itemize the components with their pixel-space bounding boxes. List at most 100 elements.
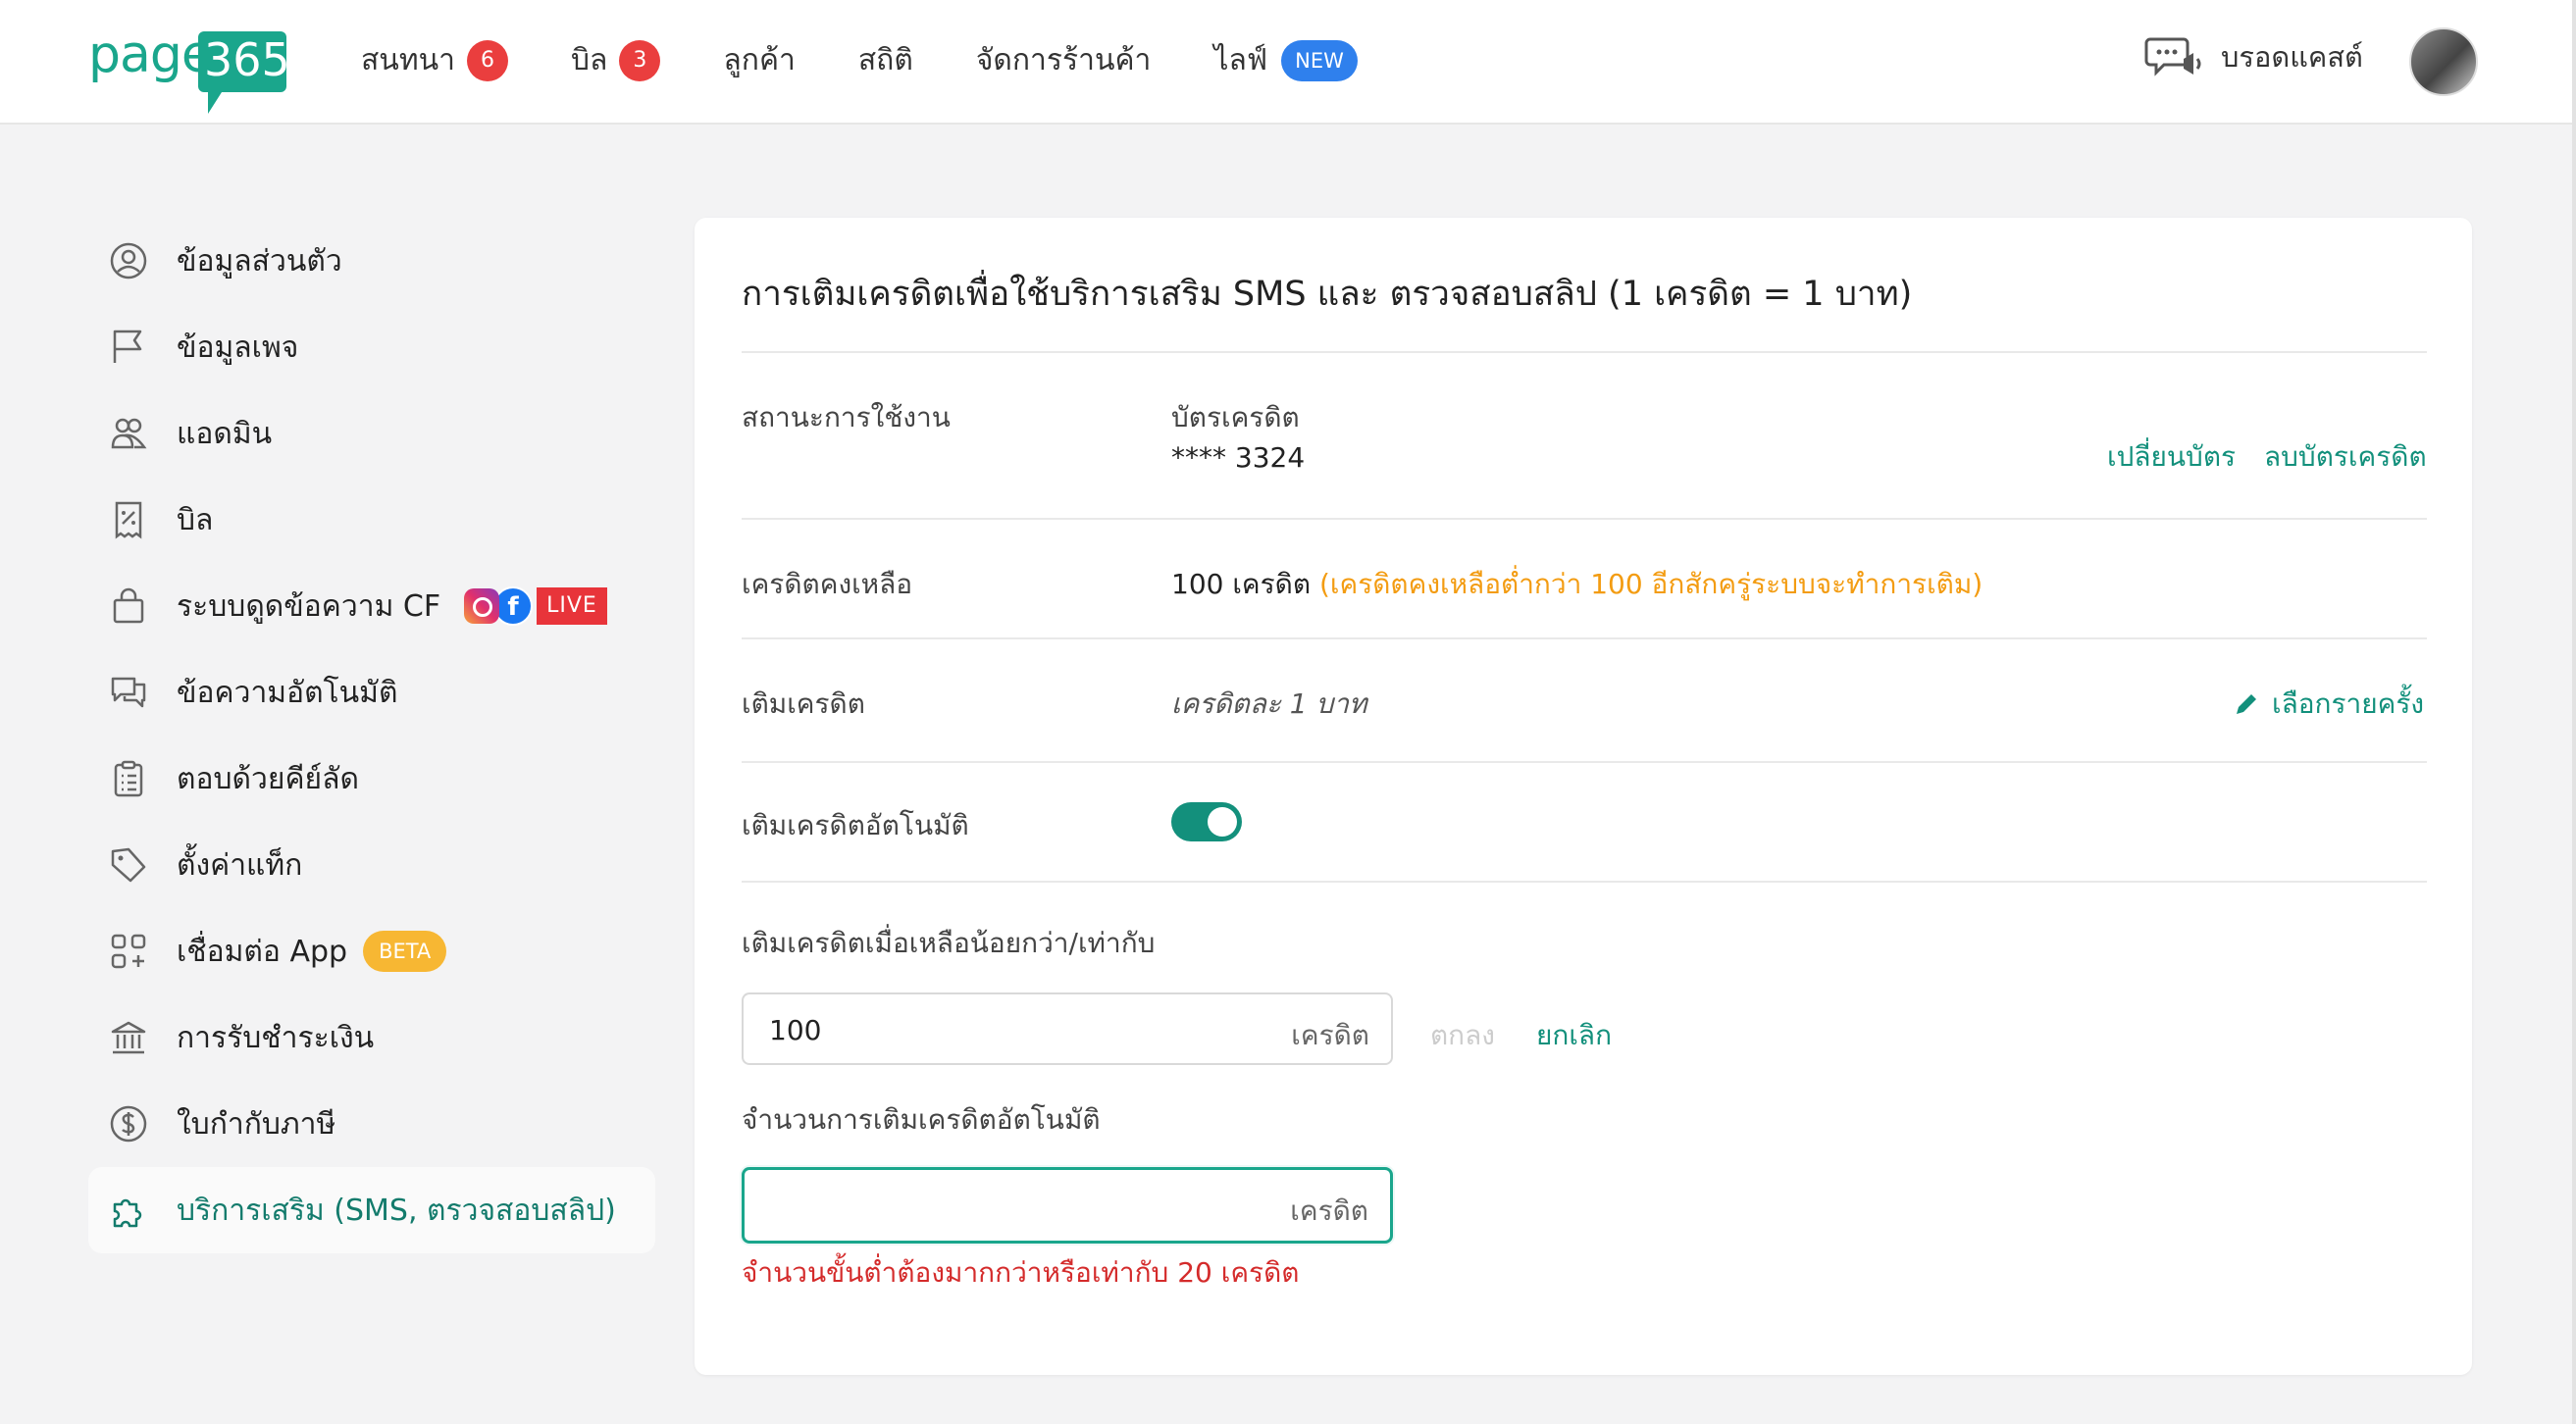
nav-live[interactable]: ไลฟ์ NEW	[1213, 37, 1358, 83]
nav-bill[interactable]: บิล 3	[570, 37, 661, 83]
scrollbar[interactable]	[2572, 0, 2576, 1424]
sidebar-item-label: ข้อมูลส่วนตัว	[177, 243, 342, 279]
users-icon	[108, 413, 149, 454]
sidebar-item-label: ตั้งค่าแท็ก	[177, 847, 303, 883]
sidebar-item-addon-services[interactable]: บริการเสริม (SMS, ตรวจสอบสลิป)	[88, 1167, 655, 1253]
puzzle-icon	[108, 1190, 149, 1231]
sidebar-item-tax-invoice[interactable]: ใบกำกับภาษี	[88, 1081, 655, 1167]
credit-card-number: **** 3324	[1171, 441, 1306, 474]
nav-stats-label: สถิติ	[857, 43, 913, 77]
choose-per-time-button[interactable]: เลือกรายครั้ง	[2233, 683, 2424, 726]
flag-icon	[108, 327, 149, 368]
auto-topup-label: เติมเครดิตอัตโนมัติ	[742, 809, 969, 841]
receipt-icon	[108, 499, 149, 540]
sidebar-item-label: การรับชำระเงิน	[177, 1020, 375, 1055]
sidebar-item-auto-message[interactable]: ข้อความอัตโนมัติ	[88, 649, 655, 736]
credit-card-title: บัตรเครดิต	[1171, 401, 1300, 433]
balance-row: 100 เครดิต (เครดิตคงเหลือต่ำกว่า 100 อีก…	[1171, 563, 1983, 606]
pencil-icon	[2237, 694, 2256, 714]
delete-card-link[interactable]: ลบบัตรเครดิต	[2264, 435, 2427, 479]
nav-customers[interactable]: ลูกค้า	[723, 37, 795, 83]
sidebar-item-tags[interactable]: ตั้งค่าแท็ก	[88, 822, 655, 908]
clipboard-list-icon	[108, 758, 149, 799]
sidebar-item-page-info[interactable]: ข้อมูลเพจ	[88, 304, 655, 390]
beta-badge: BETA	[363, 931, 447, 972]
sidebar-item-admin[interactable]: แอดมิน	[88, 390, 655, 477]
instagram-icon	[464, 588, 500, 624]
new-badge: NEW	[1281, 39, 1358, 81]
threshold-suffix: เครดิต	[1291, 1019, 1369, 1051]
sidebar-item-label: ตอบด้วยคีย์ลัด	[177, 761, 359, 796]
tag-icon	[108, 844, 149, 886]
facebook-icon: f	[493, 586, 534, 626]
settings-sidebar: ข้อมูลส่วนตัว ข้อมูลเพจ แอดมิน บิล ระบบด…	[88, 218, 655, 1253]
logo-text: page	[88, 25, 213, 84]
threshold-value: 100	[769, 1014, 822, 1046]
auto-amount-input[interactable]: เครดิต	[742, 1167, 1393, 1244]
broadcast-button[interactable]: บรอดแคสต์	[2144, 33, 2363, 80]
sidebar-item-label: บิล	[177, 502, 214, 537]
megaphone-chat-icon	[2144, 37, 2201, 76]
threshold-label: เติมเครดิตเมื่อเหลือน้อยกว่า/เท่ากับ	[742, 927, 1156, 959]
chat-bubbles-icon	[108, 672, 149, 713]
balance-warning: (เครดิตคงเหลือต่ำกว่า 100 อีกสักครู่ระบบ…	[1318, 568, 1984, 600]
user-avatar[interactable]	[2409, 27, 2478, 96]
credit-topup-card: การเติมเครดิตเพื่อใช้บริการเสริม SMS และ…	[695, 218, 2472, 1375]
social-live-badges: f LIVE	[464, 586, 607, 626]
broadcast-label: บรอดแคสต์	[2221, 40, 2363, 74]
sidebar-item-label: บริการเสริม (SMS, ตรวจสอบสลิป)	[177, 1193, 616, 1228]
sidebar-item-label: ระบบดูดข้อความ CF	[177, 588, 441, 624]
user-circle-icon	[108, 240, 149, 281]
sidebar-item-label: ใบกำกับภาษี	[177, 1106, 336, 1142]
live-badge: LIVE	[537, 587, 607, 625]
nav-stats[interactable]: สถิติ	[858, 37, 913, 83]
logo-number: 365	[204, 33, 290, 86]
nav-shop-manage-label: จัดการร้านค้า	[975, 43, 1152, 77]
nav-customers-label: ลูกค้า	[723, 43, 796, 77]
topup-rate: เครดิตละ 1 บาท	[1171, 687, 1367, 720]
sidebar-item-connect-app[interactable]: เชื่อมต่อ App BETA	[88, 908, 655, 994]
sidebar-item-shortcut-reply[interactable]: ตอบด้วยคีย์ลัด	[88, 736, 655, 822]
balance-value: 100 เครดิต	[1171, 568, 1312, 600]
confirm-button[interactable]: ตกลง	[1430, 1014, 1495, 1057]
top-navigation-bar: page 365 สนทนา 6 บิล 3 ลูกค้า สถิติ จัดก…	[0, 0, 2576, 125]
bank-icon	[108, 1017, 149, 1058]
cancel-button[interactable]: ยกเลิก	[1536, 1014, 1612, 1057]
topup-label: เติมเครดิต	[742, 687, 865, 720]
nav-shop-manage[interactable]: จัดการร้านค้า	[976, 37, 1152, 83]
sidebar-item-bill[interactable]: บิล	[88, 477, 655, 563]
threshold-input[interactable]: 100 เครดิต	[742, 992, 1393, 1065]
sidebar-item-label: ข้อมูลเพจ	[177, 330, 299, 365]
nav-live-label: ไลฟ์	[1213, 43, 1268, 77]
logo-bubble: 365	[198, 31, 290, 114]
page365-logo[interactable]: page 365	[88, 25, 290, 114]
divider	[742, 518, 2427, 520]
sidebar-item-label: แอดมิน	[177, 416, 273, 451]
main-nav: สนทนา 6 บิล 3 ลูกค้า สถิติ จัดการร้านค้า…	[361, 37, 1420, 83]
auto-topup-toggle[interactable]	[1171, 802, 1242, 841]
sidebar-item-cf[interactable]: ระบบดูดข้อความ CF f LIVE	[88, 563, 655, 649]
auto-amount-suffix: เครดิต	[1290, 1195, 1368, 1227]
sidebar-item-payment[interactable]: การรับชำระเงิน	[88, 994, 655, 1081]
bill-count-badge: 3	[619, 39, 661, 81]
auto-amount-label: จำนวนการเติมเครดิตอัตโนมัติ	[742, 1103, 1101, 1136]
sidebar-item-profile[interactable]: ข้อมูลส่วนตัว	[88, 218, 655, 304]
divider	[742, 351, 2427, 353]
choose-per-time-label: เลือกรายครั้ง	[2272, 687, 2425, 720]
divider	[742, 881, 2427, 883]
nav-chat[interactable]: สนทนา 6	[361, 37, 508, 83]
sidebar-item-label: ข้อความอัตโนมัติ	[177, 675, 398, 710]
dollar-circle-icon	[108, 1103, 149, 1144]
sidebar-item-label: เชื่อมต่อ App	[177, 934, 348, 969]
shopping-bag-icon	[108, 585, 149, 627]
apps-icon	[108, 931, 149, 972]
divider	[742, 761, 2427, 763]
page-title: การเติมเครดิตเพื่อใช้บริการเสริม SMS และ…	[742, 275, 1913, 314]
balance-label: เครดิตคงเหลือ	[742, 568, 913, 600]
nav-bill-label: บิล	[570, 43, 608, 77]
validation-error: จำนวนขั้นต่ำต้องมากกว่าหรือเท่ากับ 20 เค…	[742, 1256, 1300, 1289]
chat-count-badge: 6	[466, 39, 508, 81]
status-label: สถานะการใช้งาน	[742, 401, 951, 433]
nav-chat-label: สนทนา	[361, 43, 455, 77]
change-card-link[interactable]: เปลี่ยนบัตร	[2107, 435, 2236, 479]
